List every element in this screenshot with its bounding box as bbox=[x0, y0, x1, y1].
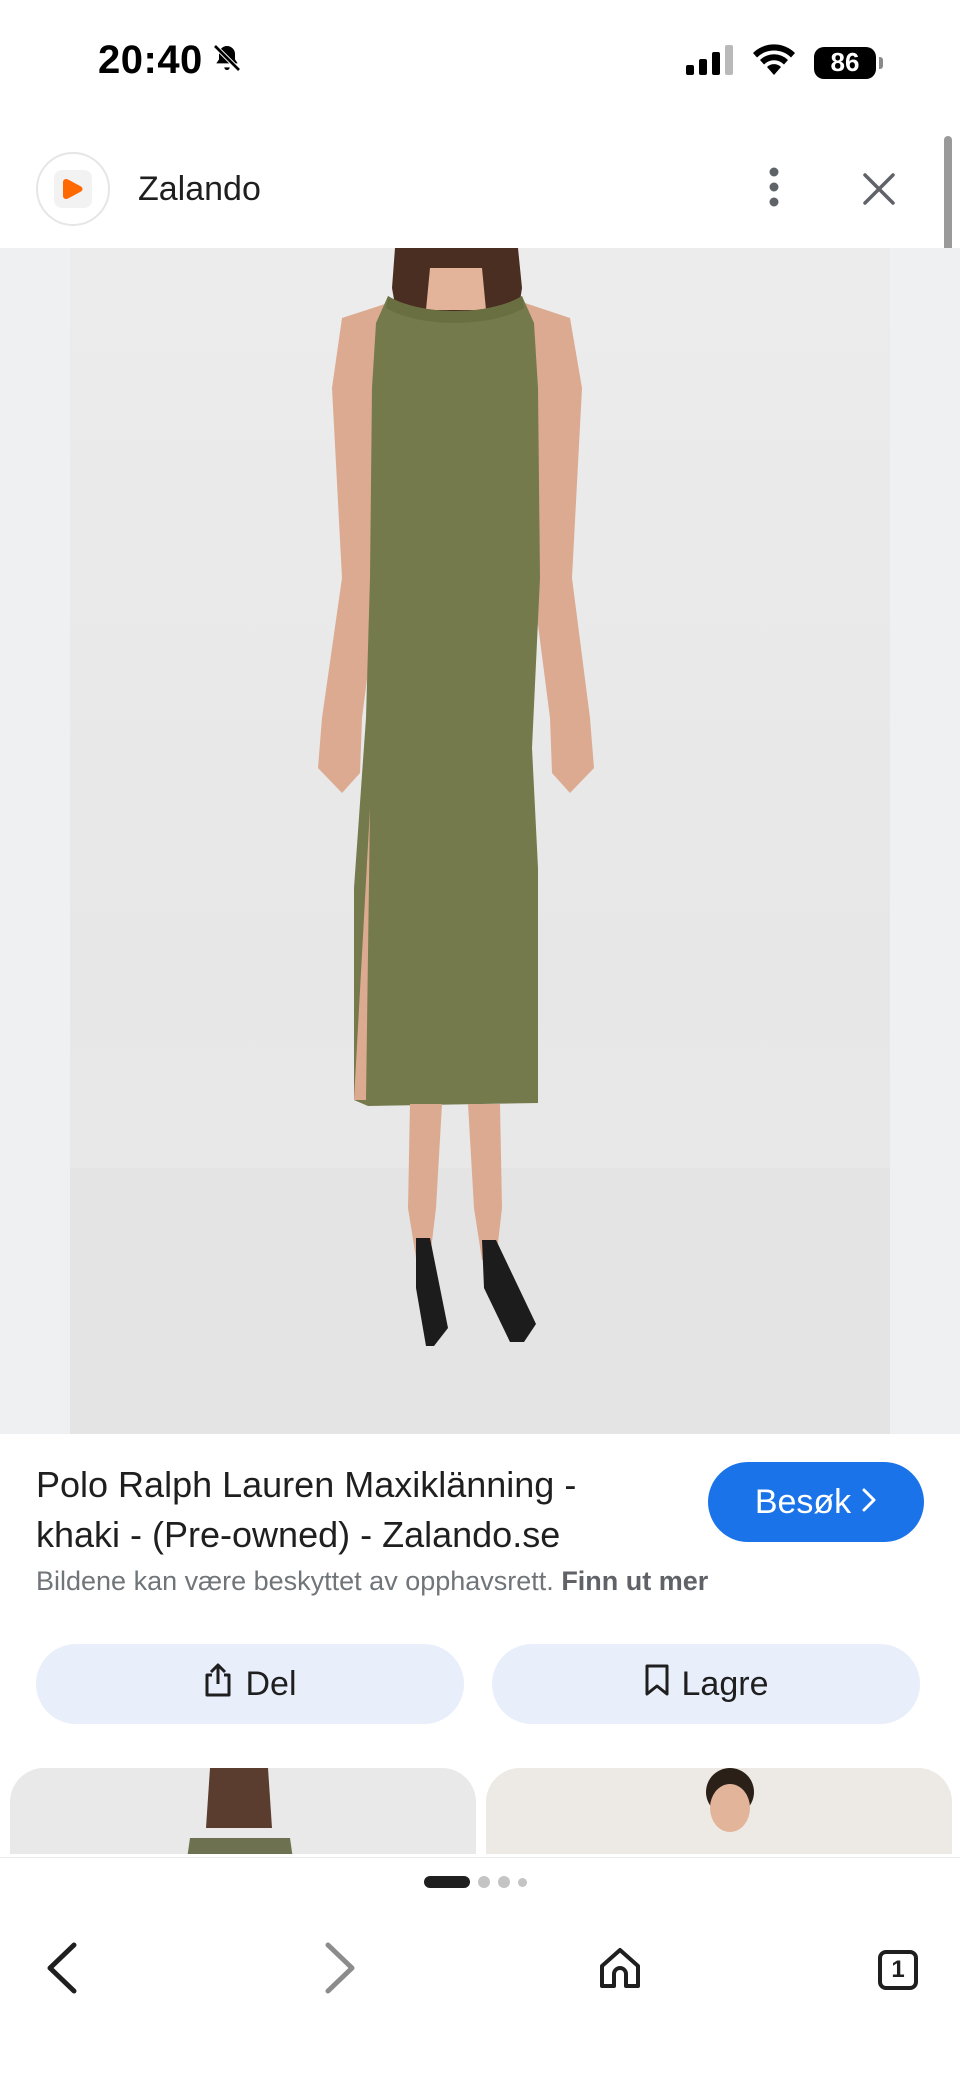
copyright-text: Bildene kan være beskyttet av opphavsret… bbox=[36, 1566, 554, 1596]
result-header: Zalando bbox=[0, 130, 960, 248]
more-options-button[interactable] bbox=[752, 162, 796, 216]
home-icon bbox=[596, 1944, 644, 1997]
tab-count: 1 bbox=[891, 1956, 905, 1983]
share-icon bbox=[203, 1662, 233, 1707]
close-icon bbox=[862, 172, 896, 211]
learn-more-link[interactable]: Finn ut mer bbox=[561, 1566, 708, 1596]
site-name[interactable]: Zalando bbox=[138, 170, 261, 209]
time-group: 20:40 bbox=[98, 38, 243, 83]
related-results bbox=[0, 1764, 960, 1854]
result-info: Polo Ralph Lauren Maxiklänning - khaki -… bbox=[0, 1434, 960, 1764]
page-dot bbox=[478, 1876, 490, 1888]
home-button[interactable] bbox=[580, 1930, 660, 2010]
battery-level: 86 bbox=[830, 47, 860, 77]
zalando-logo-badge bbox=[54, 170, 92, 208]
share-label: Del bbox=[245, 1664, 297, 1703]
save-label: Lagre bbox=[681, 1664, 769, 1703]
visit-label: Besøk bbox=[754, 1482, 852, 1521]
dress-illustration bbox=[70, 248, 890, 1434]
product-image-area[interactable] bbox=[0, 248, 960, 1434]
related-thumbnail bbox=[187, 1768, 293, 1854]
more-vertical-icon bbox=[768, 167, 780, 212]
share-button[interactable]: Del bbox=[36, 1644, 464, 1724]
close-button[interactable] bbox=[852, 164, 906, 218]
copyright-notice: Bildene kan være beskyttet av opphavsret… bbox=[36, 1566, 708, 1597]
status-bar: 20:40 86 bbox=[0, 0, 960, 130]
visit-button[interactable]: Besøk bbox=[708, 1462, 924, 1542]
back-button[interactable] bbox=[22, 1930, 102, 2010]
forward-button[interactable] bbox=[300, 1930, 380, 2010]
bookmark-icon bbox=[644, 1663, 670, 1706]
status-time: 20:40 bbox=[98, 38, 203, 82]
save-button[interactable]: Lagre bbox=[492, 1644, 920, 1724]
wifi-icon bbox=[752, 44, 796, 81]
page: 20:40 86 Zalando Polo Ralph Lauren Maxik… bbox=[0, 0, 960, 2081]
page-dot bbox=[518, 1877, 527, 1887]
related-thumbnail bbox=[706, 1768, 754, 1832]
page-indicator bbox=[424, 1876, 527, 1888]
result-title[interactable]: Polo Ralph Lauren Maxiklänning - khaki -… bbox=[36, 1460, 656, 1560]
browser-toolbar: 1 bbox=[0, 1858, 960, 2081]
bell-muted-icon bbox=[211, 42, 243, 79]
tabs-icon: 1 bbox=[878, 1950, 918, 1990]
cellular-signal-icon bbox=[686, 45, 734, 80]
related-card[interactable] bbox=[10, 1768, 476, 1854]
related-card[interactable] bbox=[486, 1768, 952, 1854]
page-dot bbox=[498, 1876, 510, 1888]
zalando-logo-icon[interactable] bbox=[36, 152, 110, 226]
product-image[interactable] bbox=[70, 248, 890, 1434]
status-indicators: 86 bbox=[686, 44, 883, 81]
battery-icon: 86 bbox=[814, 46, 883, 79]
tabs-button[interactable]: 1 bbox=[858, 1930, 938, 2010]
page-dot-active bbox=[424, 1876, 470, 1888]
forward-arrow-icon bbox=[322, 1941, 358, 2000]
back-arrow-icon bbox=[44, 1941, 80, 2000]
chevron-right-icon bbox=[861, 1483, 877, 1522]
